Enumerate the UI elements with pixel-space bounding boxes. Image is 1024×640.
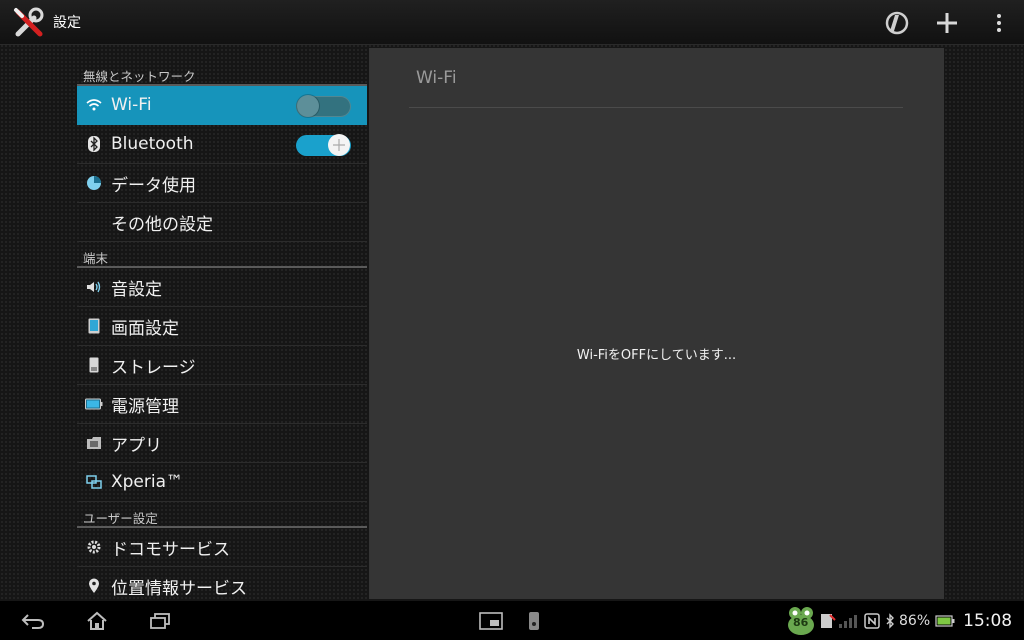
apps-icon [77,436,111,450]
battery-percent: 86% [899,612,931,629]
settings-item-bluetooth[interactable]: Bluetooth [77,125,367,164]
home-icon [87,611,107,630]
settings-item-wifi[interactable]: Wi-Fi [77,86,367,125]
notification-badge[interactable]: 86 [786,601,816,640]
settings-item-docomo-service[interactable]: ドコモサービス [77,528,367,567]
remote-control-button[interactable] [524,609,544,633]
data-usage-icon [77,175,111,191]
more-vert-icon [997,14,1001,32]
settings-item-label: 電源管理 [111,396,179,417]
action-bar: 設定 [0,0,1024,45]
small-app-icon [479,612,503,630]
nfc-icon [864,612,880,629]
section-header-device: 端末 [77,242,367,268]
storage-icon [77,357,111,373]
settings-item-label: ストレージ [111,357,196,378]
section-header-wireless: 無線とネットワーク [77,60,367,86]
panel-title: Wi-Fi [416,68,457,88]
settings-item-label: 画面設定 [111,318,179,339]
settings-item-sound[interactable]: 音設定 [77,268,367,307]
settings-item-label: 音設定 [111,279,162,300]
app-title: 設定 [53,15,81,31]
location-pin-icon [77,578,111,594]
wifi-status-message: Wi-FiをOFFにしています... [576,348,737,363]
wifi-icon [77,98,111,112]
settings-item-storage[interactable]: ストレージ [77,346,367,385]
xperia-icon [77,475,111,489]
section-header-user: ユーザー設定 [77,502,367,528]
battery-status-icon [935,614,955,627]
bluetooth-icon [77,136,111,152]
bluetooth-status-icon [886,612,894,629]
display-icon [77,318,111,334]
home-button[interactable] [84,609,110,633]
settings-item-label: アプリ [111,435,162,456]
sync-icon [885,11,909,35]
settings-list: 無線とネットワーク Wi-Fi Bluetooth データ使用 その他の設定 端… [77,60,367,606]
add-button[interactable] [932,8,962,38]
no-sim-icon [821,613,836,628]
clock: 15:08 [963,610,1013,631]
panel-divider [409,107,903,108]
recent-apps-button[interactable] [147,609,173,633]
wifi-toggle[interactable] [296,95,351,117]
signal-icon [839,614,857,628]
settings-item-label: その他の設定 [111,214,213,235]
tools-icon[interactable] [12,6,46,40]
back-icon [21,614,45,629]
settings-item-label: データ使用 [111,175,196,196]
remote-icon [529,612,539,630]
speaker-icon [77,280,111,294]
settings-item-label: Xperia™ [111,472,184,492]
settings-item-xperia[interactable]: Xperia™ [77,463,367,502]
plus-icon [937,13,957,33]
badge-count: 86 [793,616,809,629]
small-apps-button[interactable] [478,609,504,633]
status-icons: 86% 15:08 [820,601,1012,640]
settings-item-more-settings[interactable]: その他の設定 [77,203,367,242]
overflow-menu-button[interactable] [984,8,1014,38]
settings-item-label: 位置情報サービス [111,578,247,599]
settings-item-display[interactable]: 画面設定 [77,307,367,346]
back-button[interactable] [18,609,48,633]
detail-panel: Wi-Fi Wi-FiをOFFにしています... [369,48,944,599]
recent-apps-icon [150,613,170,629]
gear-icon [77,540,111,554]
sync-button[interactable] [882,8,912,38]
settings-item-power[interactable]: 電源管理 [77,385,367,424]
bluetooth-toggle[interactable] [296,134,351,156]
settings-item-label: ドコモサービス [111,539,230,560]
battery-icon [77,398,111,410]
settings-item-apps[interactable]: アプリ [77,424,367,463]
settings-item-data-usage[interactable]: データ使用 [77,164,367,203]
